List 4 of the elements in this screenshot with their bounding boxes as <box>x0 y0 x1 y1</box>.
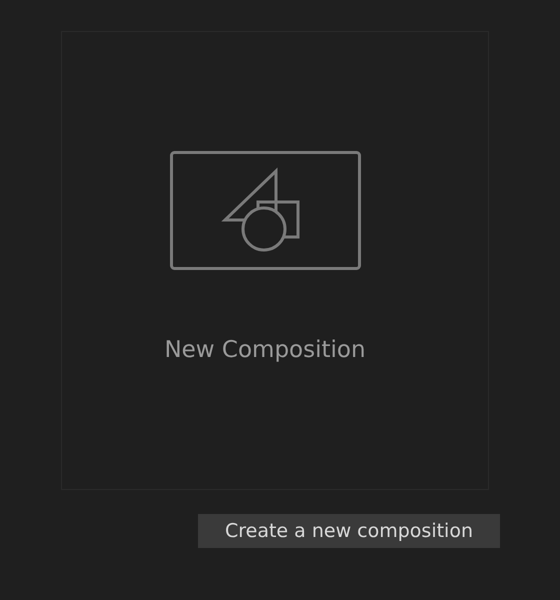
composition-icon <box>170 151 360 271</box>
card-label: New Composition <box>164 337 366 363</box>
new-composition-card[interactable]: New Composition <box>61 31 489 490</box>
tooltip: Create a new composition <box>198 514 500 548</box>
